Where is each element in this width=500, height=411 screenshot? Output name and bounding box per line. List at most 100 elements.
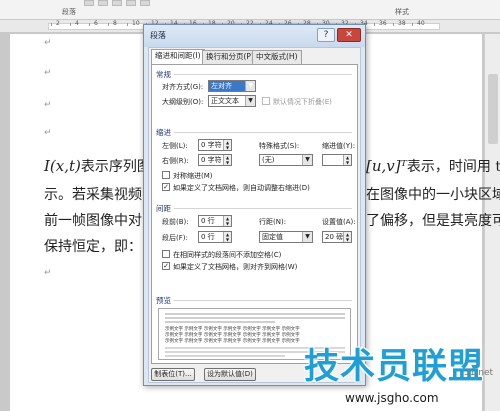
ribbon-button[interactable] bbox=[126, 0, 136, 6]
alignment-select[interactable]: 左对齐 ▼ bbox=[208, 80, 256, 92]
dialog-titlebar[interactable]: 段落 ? ✕ bbox=[144, 25, 365, 47]
at-input[interactable]: 20 磅 ▲ ▼ bbox=[322, 231, 352, 243]
paragraph-dialog: 段落 ? ✕ 缩进和间距(I) 换行和分页(P) 中文版式(H) 常规 对齐方式… bbox=[143, 24, 366, 386]
chevron-down-icon: ▼ bbox=[302, 155, 312, 165]
at-label: 设置值(A): bbox=[322, 218, 356, 226]
mirror-indent-checkbox[interactable] bbox=[162, 171, 170, 179]
indent-left-input[interactable]: 0 字符 ▲ ▼ bbox=[198, 139, 232, 151]
auto-adjust-indent-label: 如果定义了文档网格，则自动调整右缩进(D) bbox=[173, 184, 310, 192]
doc-line-3a: 前一帧图像中对 bbox=[44, 213, 142, 229]
close-button[interactable]: ✕ bbox=[337, 28, 361, 42]
auto-adjust-indent-checkbox[interactable]: ✓ bbox=[162, 183, 170, 191]
ribbon-button[interactable] bbox=[140, 0, 150, 6]
ribbon-button[interactable] bbox=[98, 0, 108, 6]
collapse-label: 默认情况下折叠(E) bbox=[273, 98, 332, 106]
special-indent-select[interactable]: (无) ▼ bbox=[259, 154, 313, 166]
spinner-arrows-icon[interactable]: ▲ ▼ bbox=[223, 155, 231, 165]
ruler-tick bbox=[108, 23, 109, 26]
indent-right-value: 0 字符 bbox=[201, 156, 222, 164]
divider bbox=[174, 300, 352, 301]
ruler-number: 4 bbox=[75, 20, 79, 27]
divider bbox=[174, 208, 352, 209]
ribbon-group-paragraph: 段落 bbox=[62, 8, 76, 16]
outline-value: 正文文本 bbox=[211, 97, 239, 105]
ribbon-button[interactable] bbox=[84, 0, 94, 6]
section-spacing: 间距 bbox=[156, 204, 171, 213]
ruler-number: 2 bbox=[56, 20, 60, 27]
tab-line-page-breaks[interactable]: 换行和分页(P) bbox=[202, 50, 258, 64]
paragraph-mark: ↵ bbox=[44, 128, 52, 138]
set-default-button[interactable]: 设为默认值(D) bbox=[204, 368, 256, 381]
indent-left-value: 0 字符 bbox=[201, 141, 222, 149]
ribbon-button[interactable] bbox=[112, 0, 122, 6]
math-expression: I(x,t) bbox=[44, 157, 81, 175]
section-indentation: 缩进 bbox=[156, 128, 171, 137]
dialog-body: 缩进和间距(I) 换行和分页(P) 中文版式(H) 常规 对齐方式(G): 左对… bbox=[148, 47, 361, 383]
preview-line bbox=[165, 321, 275, 323]
dialog-title: 段落 bbox=[150, 31, 166, 40]
paragraph-mark: ↵ bbox=[44, 100, 52, 110]
preview-sample: 示例文字 示例文字 示例文字 示例文字 示例文字 示例文字 示例文字 bbox=[165, 339, 300, 344]
outline-level-select[interactable]: 正文文本 ▼ bbox=[208, 95, 256, 107]
spinner-arrows-icon[interactable]: ▲ ▼ bbox=[343, 155, 351, 165]
alignment-value: 左对齐 bbox=[211, 82, 232, 90]
special-value: (无) bbox=[262, 156, 275, 164]
spinner-arrows-icon[interactable]: ▲ ▼ bbox=[223, 232, 231, 242]
ruler-number: 8 bbox=[113, 20, 117, 27]
space-before-value: 0 行 bbox=[201, 217, 215, 225]
ruler-tick bbox=[51, 23, 52, 26]
doc-text: 表示序列图 bbox=[80, 159, 151, 175]
doc-line-2a: 示。若采集视频 bbox=[44, 187, 142, 203]
spinner-arrows-icon[interactable]: ▲ ▼ bbox=[223, 216, 231, 226]
ruler-number: 6 bbox=[94, 20, 98, 27]
no-space-checkbox[interactable] bbox=[162, 250, 170, 258]
chevron-down-icon: ▼ bbox=[245, 81, 255, 91]
watermark-side-text: 51.net bbox=[464, 368, 494, 378]
doc-line-2b: 在图像中的一小块区域 bbox=[366, 187, 500, 203]
divider bbox=[174, 132, 352, 133]
snap-to-grid-checkbox[interactable]: ✓ bbox=[162, 262, 170, 270]
doc-line-4: 保持恒定，即： bbox=[44, 239, 142, 255]
scroll-thumb[interactable] bbox=[488, 74, 498, 144]
space-before-input[interactable]: 0 行 ▲ ▼ bbox=[198, 215, 232, 227]
preview-line bbox=[165, 317, 345, 319]
preview-line bbox=[165, 313, 345, 315]
doc-text: 表示，时间用 t bbox=[406, 159, 500, 175]
ruler-tick bbox=[89, 23, 90, 26]
watermark-logo: 技术员联盟 bbox=[304, 347, 485, 387]
ruler-tick bbox=[127, 23, 128, 26]
mirror-indent-label: 对称缩进(M) bbox=[173, 172, 213, 180]
paragraph-mark: ↵ bbox=[44, 38, 52, 48]
line-spacing-value: 固定值 bbox=[262, 233, 283, 241]
help-button[interactable]: ? bbox=[317, 28, 335, 42]
tab-asian-typography[interactable]: 中文版式(H) bbox=[252, 50, 302, 64]
ruler-tick bbox=[412, 23, 413, 26]
spinner-arrows-icon[interactable]: ▲ ▼ bbox=[343, 232, 351, 242]
doc-line-1a: I(x,t)表示序列图 bbox=[44, 156, 151, 176]
special-label: 特殊格式(S): bbox=[259, 142, 300, 150]
line-spacing-select[interactable]: 固定值 ▼ bbox=[259, 231, 313, 243]
space-after-value: 0 行 bbox=[201, 233, 215, 241]
section-preview: 预览 bbox=[156, 296, 171, 305]
ruler-number: 10 bbox=[132, 20, 140, 27]
chevron-down-icon: ▼ bbox=[302, 232, 312, 242]
indent-by-input[interactable]: ▲ ▼ bbox=[322, 154, 352, 166]
tab-indent-spacing[interactable]: 缩进和间距(I) bbox=[151, 49, 205, 65]
line-spacing-label: 行距(N): bbox=[259, 218, 287, 226]
spinner-arrows-icon[interactable]: ▲ ▼ bbox=[223, 140, 231, 150]
divider bbox=[174, 74, 352, 75]
indent-right-input[interactable]: 0 字符 ▲ ▼ bbox=[198, 154, 232, 166]
space-before-label: 段前(B): bbox=[162, 218, 189, 226]
ribbon: 段落 样式 bbox=[0, 0, 500, 20]
doc-line-1b: [u,v]ᵀ表示，时间用 t bbox=[366, 156, 500, 176]
ruler-number: 40 bbox=[417, 20, 425, 27]
tabs-button[interactable]: 制表位(T)... bbox=[151, 368, 195, 381]
paragraph-mark: ↵ bbox=[44, 268, 52, 278]
indent-by-label: 缩进值(Y): bbox=[322, 142, 356, 150]
ribbon-group-styles: 样式 bbox=[395, 8, 409, 16]
section-general: 常规 bbox=[156, 70, 171, 79]
space-after-input[interactable]: 0 行 ▲ ▼ bbox=[198, 231, 232, 243]
preview-line bbox=[165, 355, 285, 357]
ruler-number: 36 bbox=[379, 20, 387, 27]
collapse-checkbox[interactable] bbox=[262, 97, 270, 105]
